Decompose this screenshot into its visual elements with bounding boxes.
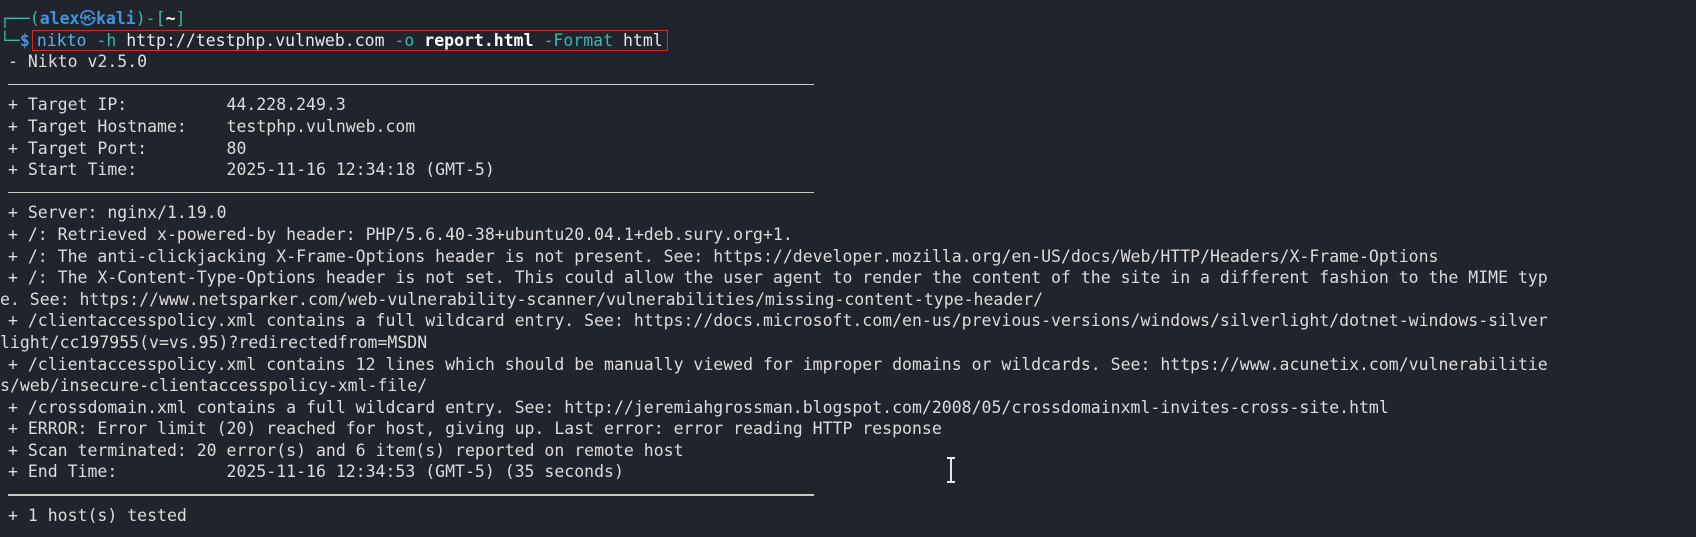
command-output-file: report.html	[424, 30, 534, 50]
error-line: + ERROR: Error limit (20) reached for ho…	[8, 419, 942, 439]
start-time: + Start Time: 2025-11-16 12:34:18 (GMT-5…	[8, 160, 495, 180]
command-flag-o: -o	[394, 30, 415, 50]
prompt-frame-mid: )-[	[135, 9, 166, 28]
command-highlight-box[interactable]: nikto -h http://testphp.vulnweb.com -o r…	[31, 29, 668, 51]
separator-rule	[0, 73, 1696, 95]
hosts-tested-summary: + 1 host(s) tested	[8, 505, 187, 525]
finding-line: + /clientaccesspolicy.xml contains a ful…	[8, 311, 1548, 331]
target-hostname: + Target Hostname: testphp.vulnweb.com	[8, 116, 416, 136]
command-flag-h: -h	[96, 30, 117, 50]
command-format: html	[622, 30, 663, 50]
separator-rule	[0, 483, 1696, 505]
command-line: └─$ nikto -h http://testphp.vulnweb.com -…	[0, 29, 1696, 52]
target-port: + Target Port: 80	[8, 138, 247, 158]
prompt-user: alex	[39, 9, 80, 28]
terminal-window[interactable]: ┌──(alex㉿kali)-[~] └─$ nikto -h http://te…	[0, 0, 1696, 537]
finding-line-wrap: s/web/insecure-clientaccesspolicy-xml-fi…	[0, 376, 428, 396]
finding-line-wrap: light/cc197955(v=vs.95)?redirectedfrom=M…	[0, 332, 428, 352]
finding-line: + /: The X-Content-Type-Options header i…	[8, 268, 1548, 288]
command-target: http://testphp.vulnweb.com	[126, 30, 385, 50]
prompt-frame-end: ]	[175, 9, 186, 28]
finding-line: + Server: nginx/1.19.0	[8, 203, 227, 223]
prompt-dollar: $	[19, 30, 30, 50]
finding-line: + /clientaccesspolicy.xml contains 12 li…	[8, 354, 1548, 374]
text-cursor-icon	[947, 457, 955, 483]
end-time: + End Time: 2025-11-16 12:34:53 (GMT-5) …	[8, 462, 624, 482]
prompt-frame-bottom: └─	[0, 30, 20, 50]
finding-line: + /crossdomain.xml contains a full wildc…	[8, 397, 1389, 417]
command-program: nikto	[36, 30, 87, 50]
finding-line: + /: Retrieved x-powered-by header: PHP/…	[8, 224, 793, 244]
prompt-host: kali	[96, 9, 136, 28]
target-ip: + Target IP: 44.228.249.3	[8, 95, 346, 115]
command-flag-format: -Format	[543, 30, 614, 50]
prompt-path: ~	[165, 9, 176, 28]
finding-line-wrap: e. See: https://www.netsparker.com/web-v…	[0, 289, 1044, 309]
scan-terminated-line: + Scan terminated: 20 error(s) and 6 ite…	[8, 440, 684, 460]
separator-rule	[0, 181, 1696, 203]
finding-line: + /: The anti-clickjacking X-Frame-Optio…	[8, 246, 1439, 266]
prompt-line: ┌──(alex㉿kali)-[~]	[0, 8, 1696, 30]
nikto-version: - Nikto v2.5.0	[8, 52, 148, 72]
prompt-at-symbol: ㉿	[79, 9, 97, 28]
prompt-frame-top: ┌──(	[0, 9, 40, 28]
